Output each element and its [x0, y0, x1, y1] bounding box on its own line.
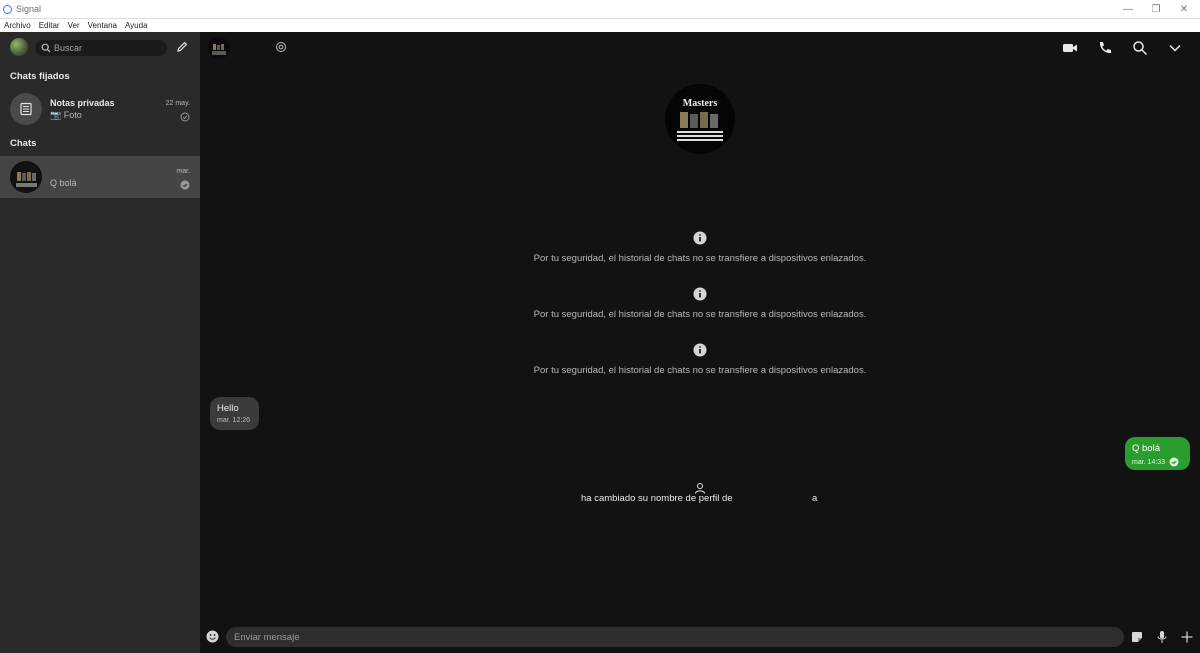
- conversation-snippet: Q bolá: [50, 178, 77, 188]
- chevron-down-icon[interactable]: [1167, 40, 1183, 56]
- menu-ayuda[interactable]: Ayuda: [125, 21, 148, 30]
- hero-avatar-logo-text: Masters: [683, 98, 718, 109]
- search-input[interactable]: [54, 43, 154, 53]
- compose-icon[interactable]: [175, 40, 189, 54]
- my-avatar[interactable]: [10, 38, 28, 56]
- header-avatar-image: [212, 44, 226, 55]
- conversation-name: Notas privadas: [50, 98, 115, 108]
- search-icon: [41, 43, 51, 53]
- conversation-time: 22 may.: [165, 100, 190, 107]
- menu-archivo[interactable]: Archivo: [4, 21, 31, 30]
- notes-avatar: [10, 93, 42, 125]
- read-status-icon: [180, 180, 190, 190]
- group-avatar-image: [10, 161, 42, 193]
- menu-ver[interactable]: Ver: [68, 21, 80, 30]
- close-button[interactable]: ✕: [1170, 0, 1198, 19]
- title-bar: Signal — ❐ ✕: [0, 0, 1200, 19]
- message-field[interactable]: [226, 627, 1124, 647]
- mention-icon[interactable]: [275, 41, 287, 53]
- message-text: Q bolá: [1132, 443, 1160, 454]
- system-notice: Por tu seguridad, el historial de chats …: [200, 287, 1200, 320]
- message-meta: mar. 14:33: [1132, 457, 1183, 467]
- conversation-header: [200, 32, 1200, 63]
- outgoing-message[interactable]: Q bolá mar. 14:33: [1125, 437, 1190, 470]
- conversation-hero-avatar: Masters: [665, 84, 735, 154]
- profile-change-text-after: a: [812, 493, 818, 504]
- pinned-section-title: Chats fijados: [10, 71, 70, 82]
- menu-bar: Archivo Editar Ver Ventana Ayuda: [0, 19, 1200, 32]
- info-icon: [693, 231, 707, 245]
- restore-button[interactable]: ❐: [1142, 0, 1170, 19]
- search-box[interactable]: [35, 40, 167, 56]
- sticker-icon[interactable]: [1130, 630, 1144, 644]
- sent-status-icon: [180, 112, 190, 122]
- message-text: Hello: [217, 403, 239, 414]
- menu-ventana[interactable]: Ventana: [88, 21, 117, 30]
- message-time: mar. 12:26: [217, 417, 251, 424]
- info-icon: [693, 343, 707, 357]
- microphone-icon[interactable]: [1155, 630, 1169, 644]
- chats-section-title: Chats: [10, 138, 37, 149]
- add-attachment-icon[interactable]: [1180, 630, 1194, 644]
- sidebar-header: [0, 32, 200, 63]
- signal-app-icon: [3, 4, 12, 14]
- conversation-item-group[interactable]: Q bolá mar.: [0, 156, 200, 198]
- message-input[interactable]: [234, 631, 1094, 643]
- system-notice: Por tu seguridad, el historial de chats …: [200, 343, 1200, 376]
- hero-avatar-image: Masters: [677, 98, 723, 141]
- minimize-button[interactable]: —: [1114, 0, 1142, 19]
- conversation-item-notes[interactable]: Notas privadas 📷 Foto 22 may.: [0, 88, 200, 130]
- read-receipt-icon: [1169, 457, 1179, 467]
- profile-name-change-notice: ha cambiado su nombre de perfil de a: [200, 482, 1200, 512]
- profile-change-text: ha cambiado su nombre de perfil de: [581, 493, 733, 504]
- info-icon: [693, 287, 707, 301]
- search-messages-icon[interactable]: [1132, 40, 1148, 56]
- conversation-time: mar.: [176, 168, 190, 175]
- conversation-panel: Masters Por tu seguridad, el historial d…: [200, 32, 1200, 653]
- notice-text: Por tu seguridad, el historial de chats …: [533, 309, 867, 320]
- note-icon: [20, 102, 32, 116]
- notice-text: Por tu seguridad, el historial de chats …: [533, 253, 867, 264]
- message-time: mar. 14:33: [1132, 458, 1166, 466]
- incoming-message[interactable]: Hello mar. 12:26: [210, 397, 259, 430]
- message-composer: [200, 622, 1200, 653]
- conversation-snippet: 📷 Foto: [50, 110, 82, 120]
- phone-call-icon[interactable]: [1097, 40, 1113, 56]
- video-call-icon[interactable]: [1062, 40, 1078, 56]
- sidebar: Chats fijados Notas privadas 📷 Foto 22 m…: [0, 32, 200, 653]
- group-avatar: [10, 161, 42, 193]
- window-title: Signal: [16, 4, 42, 14]
- menu-editar[interactable]: Editar: [39, 21, 60, 30]
- notice-text: Por tu seguridad, el historial de chats …: [533, 365, 867, 376]
- header-group-avatar[interactable]: [208, 37, 230, 59]
- system-notice: Por tu seguridad, el historial de chats …: [200, 231, 1200, 264]
- emoji-icon[interactable]: [206, 630, 219, 643]
